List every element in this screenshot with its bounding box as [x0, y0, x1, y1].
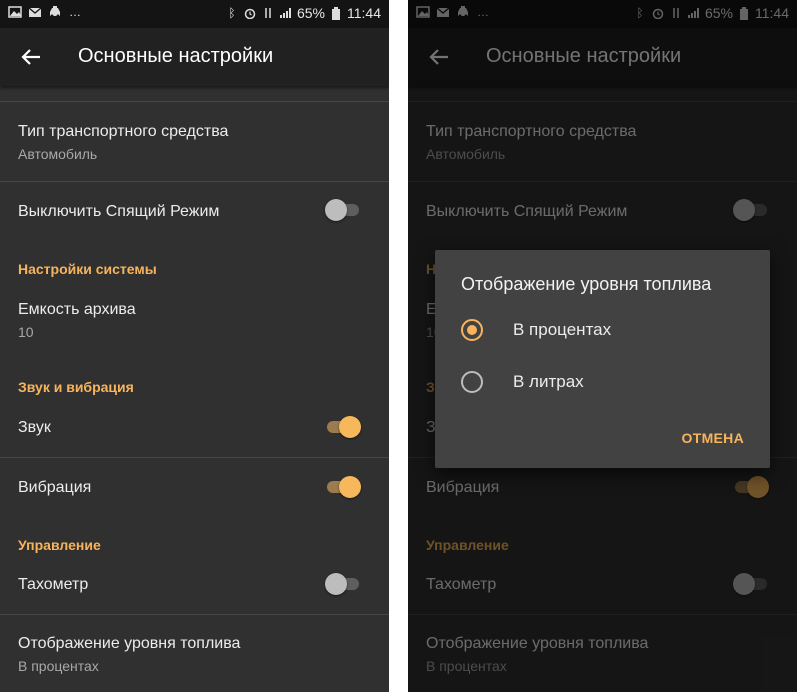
gallery-icon: [8, 6, 22, 18]
network-icon: [261, 7, 275, 19]
setting-title: Звук: [18, 419, 51, 436]
setting-title: Отображение уровня топлива: [18, 635, 241, 652]
setting-title: Тахометр: [18, 576, 89, 593]
fuel-display-dialog: Отображение уровня топлива В процентах В…: [435, 250, 770, 468]
clock: 11:44: [347, 5, 381, 21]
phone-screen-settings: … ᛒ 65% 11:44 Основные настройки Тип тра…: [0, 0, 389, 692]
taxi-icon: [48, 6, 62, 18]
setting-title: Тип транспортного средства: [18, 123, 229, 140]
cancel-button[interactable]: ОТМЕНА: [682, 430, 744, 446]
option-label: В процентах: [513, 320, 612, 339]
setting-value: 10: [18, 324, 34, 340]
battery-percent: 65%: [296, 5, 325, 21]
setting-value: В процентах: [18, 658, 99, 674]
alarm-icon: [243, 7, 257, 20]
app-bar: Основные настройки: [0, 28, 389, 86]
bluetooth-icon: ᛒ: [228, 6, 236, 20]
back-arrow-icon[interactable]: [18, 44, 44, 70]
option-liters[interactable]: В литрах: [461, 363, 751, 403]
phone-screen-dialog: … ᛒ 65% 11:44 Основные настройки Тип тра…: [408, 0, 797, 692]
radio-unselected-icon[interactable]: [461, 371, 483, 393]
divider: [0, 101, 389, 102]
section-header: Управление: [18, 537, 101, 553]
divider: [0, 614, 389, 615]
tachometer-switch[interactable]: [325, 573, 361, 595]
section-header: Звук и вибрация: [18, 379, 134, 395]
option-percent[interactable]: В процентах: [461, 311, 751, 351]
more-notifications-icon: …: [69, 5, 81, 19]
setting-title: Вибрация: [18, 479, 92, 496]
disable-sleep-switch[interactable]: [325, 199, 361, 221]
setting-title: Емкость архива: [18, 301, 136, 318]
radio-selected-icon[interactable]: [461, 319, 483, 341]
vibration-switch[interactable]: [325, 476, 361, 498]
signal-icon: [279, 7, 293, 19]
page-title: Основные настройки: [78, 45, 274, 67]
status-bar: … ᛒ 65% 11:44: [0, 0, 389, 28]
mail-icon: [28, 6, 42, 18]
setting-value: Автомобиль: [18, 146, 98, 162]
setting-title: Выключить Спящий Режим: [18, 203, 220, 220]
sound-switch[interactable]: [325, 416, 361, 438]
divider: [0, 457, 389, 458]
battery-icon: [329, 7, 343, 20]
dialog-title: Отображение уровня топлива: [461, 274, 712, 294]
section-header: Настройки системы: [18, 261, 157, 277]
option-label: В литрах: [513, 372, 584, 391]
divider: [0, 181, 389, 182]
